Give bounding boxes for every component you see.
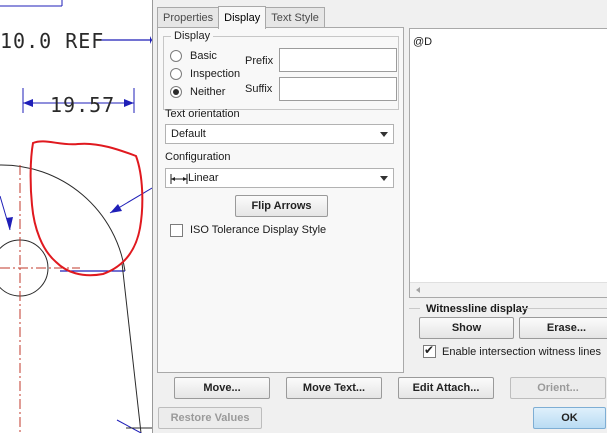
radio-inspection-label: Inspection: [190, 68, 241, 80]
chevron-down-icon[interactable]: [380, 176, 388, 181]
enable-intersection-label: Enable intersection witness lines: [442, 346, 601, 358]
orient-button: Orient...: [510, 377, 606, 399]
witnessline-separator-right: [522, 308, 607, 309]
dim-arrow-right: [124, 99, 134, 107]
dimension-value-text[interactable]: 19.57: [50, 93, 115, 117]
radio-neither-label: Neither: [190, 86, 226, 98]
text-orientation-value: Default: [171, 128, 206, 140]
erase-button[interactable]: Erase...: [519, 317, 607, 339]
leader-right-arrow: [110, 204, 122, 213]
slanted-edge: [121, 262, 142, 433]
tab-properties[interactable]: Properties: [157, 7, 220, 28]
radio-neither[interactable]: Neither: [170, 86, 225, 98]
restore-values-button: Restore Values: [158, 407, 262, 429]
prefix-input[interactable]: [279, 48, 397, 72]
bottom-leader: [116, 419, 142, 433]
suffix-label: Suffix: [245, 83, 273, 95]
enable-intersection-checkbox[interactable]: [423, 343, 436, 358]
suffix-input[interactable]: [279, 77, 397, 101]
horizontal-scrollbar[interactable]: [410, 282, 607, 297]
large-arc: [0, 164, 126, 272]
radio-basic-control[interactable]: [170, 50, 182, 62]
edit-attach-button[interactable]: Edit Attach...: [398, 377, 494, 399]
dimension-text-area[interactable]: @D: [409, 28, 607, 298]
iso-tolerance-label: ISO Tolerance Display Style: [190, 224, 327, 236]
radio-inspection-control[interactable]: [170, 68, 182, 80]
iso-tolerance-checkbox[interactable]: [170, 224, 183, 237]
chevron-down-icon[interactable]: [380, 132, 388, 137]
witnessline-legend: Witnessline display: [426, 303, 528, 315]
tab-display[interactable]: Display: [218, 6, 267, 29]
ok-button[interactable]: OK: [533, 407, 606, 429]
text-orientation-select[interactable]: Default: [165, 124, 394, 144]
move-text-button[interactable]: Move Text...: [286, 377, 382, 399]
display-tab-panel: Display Basic Inspection Neither Prefix …: [157, 27, 404, 373]
configuration-select[interactable]: Linear: [165, 168, 394, 188]
text-orientation-label: Text orientation: [165, 108, 240, 120]
show-button[interactable]: Show: [419, 317, 514, 339]
configuration-label: Configuration: [165, 151, 231, 163]
radio-basic[interactable]: Basic: [170, 50, 217, 62]
move-button[interactable]: Move...: [174, 377, 270, 399]
scroll-left-icon[interactable]: [416, 287, 420, 293]
flip-arrows-button[interactable]: Flip Arrows: [235, 195, 328, 217]
radio-neither-control[interactable]: [170, 86, 182, 98]
markup-circle: [29, 140, 144, 277]
radio-inspection[interactable]: Inspection: [170, 68, 240, 80]
tab-text-style[interactable]: Text Style: [265, 7, 325, 28]
radio-basic-label: Basic: [190, 50, 217, 62]
ref-dimension-text[interactable]: 10.0 REF: [0, 29, 104, 53]
witnessline-separator-left: [409, 308, 420, 309]
tab-bar: Properties Display Text Style: [157, 6, 325, 29]
drawing-canvas[interactable]: 10.0 REF 19.57: [0, 0, 152, 433]
prefix-label: Prefix: [245, 55, 274, 67]
leader-left-arrow: [6, 217, 13, 230]
dimension-text-content[interactable]: @D: [413, 36, 432, 48]
dim-arrow-left: [23, 99, 33, 107]
dimension-properties-dialog: Properties Display Text Style Display Ba…: [152, 0, 607, 433]
display-group-legend: Display: [174, 30, 211, 42]
configuration-value: Linear: [188, 172, 219, 184]
linear-dimension-icon: [170, 174, 188, 184]
drawing-svg: 10.0 REF 19.57: [0, 0, 152, 433]
